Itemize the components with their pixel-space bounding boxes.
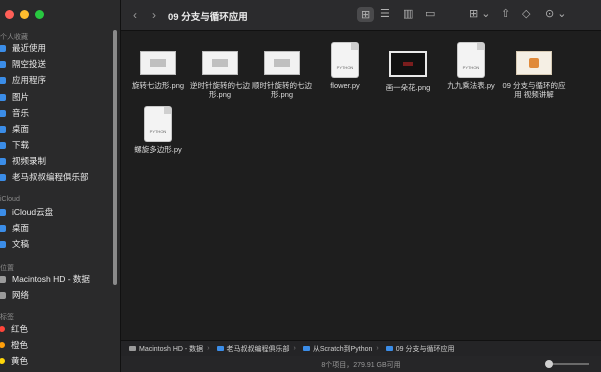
- folder-icon: [385, 346, 393, 351]
- chevron-right-icon: ›: [376, 345, 379, 352]
- file-item[interactable]: 09 分支与循环的应用 视频讲解: [501, 37, 567, 99]
- file-item[interactable]: 逆时针旋转的七边形.png: [187, 37, 253, 99]
- disk-icon: [0, 275, 6, 283]
- file-item[interactable]: PYTHON flower.py: [312, 37, 378, 90]
- sidebar: 个人收藏 最近使用 隔空投送 应用程序 图片 音乐 桌面 下载 视频录制 老马叔…: [0, 0, 121, 372]
- sidebar-item-documents[interactable]: 文稿: [0, 237, 29, 251]
- pictures-icon: [0, 93, 6, 101]
- file-name: 旋转七边形.png: [131, 81, 185, 90]
- python-file-icon: PYTHON: [458, 43, 484, 77]
- sidebar-item-desktop[interactable]: 桌面: [0, 122, 29, 136]
- forward-button[interactable]: ›: [152, 8, 156, 22]
- close-button[interactable]: [5, 10, 14, 19]
- sidebar-scrollbar[interactable]: [113, 30, 117, 285]
- file-item[interactable]: 旋转七边形.png: [125, 37, 191, 90]
- sidebar-item-recents[interactable]: 最近使用: [0, 41, 46, 55]
- chevron-right-icon: ›: [293, 345, 296, 352]
- desktop-icon: [0, 224, 6, 232]
- file-name: 09 分支与循环的应用 视频讲解: [502, 81, 566, 99]
- image-thumbnail: [264, 51, 300, 75]
- path-bar: Macintosh HD - 数据 › 老马叔叔编程俱乐部 › 从Scratch…: [121, 340, 601, 356]
- music-icon: [0, 109, 6, 117]
- folder-icon: [302, 346, 310, 351]
- sidebar-item-tag-yellow[interactable]: 黄色: [0, 354, 28, 368]
- gallery-view-button[interactable]: ▭: [425, 7, 435, 20]
- python-file-icon: PYTHON: [145, 107, 171, 141]
- sidebar-item-pictures[interactable]: 图片: [0, 90, 29, 104]
- main-pane: ‹ › 09 分支与循环应用 ⊞ ☰ ▥ ▭ ⊞ ⌄ ⇧ ◇ ⊙ ⌄ 旋转七边形…: [121, 0, 601, 372]
- folder-icon: [216, 346, 224, 351]
- file-name: 九九乘法表.py: [447, 81, 495, 90]
- status-bar: 8个项目，279.91 GB可用: [121, 356, 601, 372]
- window-controls: [5, 10, 44, 19]
- file-grid: 旋转七边形.png 逆时针旋转的七边形.png 顺时针旋转的七边形.png PY…: [121, 31, 601, 341]
- documents-icon: [0, 240, 6, 248]
- chevron-right-icon: ›: [207, 345, 210, 352]
- path-segment[interactable]: 从Scratch到Python: [313, 344, 373, 354]
- folder-icon: [0, 157, 6, 165]
- file-name: 画一朵花.png: [385, 83, 431, 92]
- sidebar-item-video-recording[interactable]: 视频录制: [0, 154, 46, 168]
- video-thumbnail: [516, 51, 552, 75]
- path-segment[interactable]: 09 分支与循环应用: [396, 344, 455, 354]
- tag-dot-icon: [0, 326, 5, 332]
- sidebar-item-icloud-desktop[interactable]: 桌面: [0, 221, 29, 235]
- network-icon: [0, 291, 6, 299]
- sidebar-item-coding-club[interactable]: 老马叔叔编程俱乐部: [0, 170, 89, 184]
- sidebar-item-downloads[interactable]: 下载: [0, 138, 29, 152]
- share-button[interactable]: ⇧: [501, 7, 510, 20]
- desktop-icon: [0, 125, 6, 133]
- tag-dot-icon: [0, 342, 5, 348]
- slider-knob[interactable]: [545, 360, 553, 368]
- airdrop-icon: [0, 60, 6, 68]
- path-segment[interactable]: Macintosh HD - 数据: [139, 344, 203, 354]
- cloud-icon: [0, 208, 6, 216]
- tag-button[interactable]: ◇: [522, 7, 530, 20]
- python-file-icon: PYTHON: [332, 43, 358, 77]
- sidebar-item-network[interactable]: 网络: [0, 288, 29, 302]
- sidebar-item-airdrop[interactable]: 隔空投送: [0, 57, 46, 71]
- sidebar-item-applications[interactable]: 应用程序: [0, 73, 46, 87]
- image-thumbnail: [202, 51, 238, 75]
- file-name: 螺旋多边形.py: [134, 145, 182, 154]
- path-segment[interactable]: 老马叔叔编程俱乐部: [227, 344, 290, 354]
- minimize-button[interactable]: [20, 10, 29, 19]
- sidebar-item-tag-orange[interactable]: 橙色: [0, 338, 28, 352]
- downloads-icon: [0, 141, 6, 149]
- disk-icon: [129, 346, 136, 351]
- icon-size-slider[interactable]: [545, 360, 589, 368]
- sidebar-item-music[interactable]: 音乐: [0, 106, 29, 120]
- file-name: 逆时针旋转的七边形.png: [190, 81, 250, 99]
- more-actions-button[interactable]: ⊙ ⌄: [545, 7, 567, 20]
- file-item[interactable]: 画一朵花.png: [375, 37, 441, 92]
- window-title: 09 分支与循环应用: [168, 12, 248, 23]
- icon-view-button[interactable]: ⊞: [357, 7, 375, 22]
- file-name: flower.py: [330, 81, 360, 90]
- file-name: 顺时针旋转的七边形.png: [252, 81, 312, 99]
- image-thumbnail: [140, 51, 176, 75]
- sidebar-item-macintosh-hd[interactable]: Macintosh HD - 数据: [0, 272, 90, 286]
- column-view-button[interactable]: ▥: [403, 7, 413, 20]
- section-icloud: iCloud: [0, 196, 20, 203]
- folder-icon: [0, 173, 6, 181]
- zoom-button[interactable]: [35, 10, 44, 19]
- status-text: 8个项目，279.91 GB可用: [321, 362, 401, 369]
- file-item[interactable]: PYTHON 九九乘法表.py: [438, 37, 504, 90]
- sidebar-item-tag-red[interactable]: 红色: [0, 322, 28, 336]
- file-item[interactable]: 顺时针旋转的七边形.png: [249, 37, 315, 99]
- file-item[interactable]: PYTHON 螺旋多边形.py: [125, 101, 191, 154]
- applications-icon: [0, 76, 6, 84]
- back-button[interactable]: ‹: [133, 8, 137, 22]
- group-button[interactable]: ⊞ ⌄: [469, 7, 491, 20]
- sidebar-item-icloud-drive[interactable]: iCloud云盘: [0, 205, 53, 219]
- list-view-button[interactable]: ☰: [380, 7, 390, 20]
- tag-dot-icon: [0, 358, 5, 364]
- toolbar: ‹ › 09 分支与循环应用 ⊞ ☰ ▥ ▭ ⊞ ⌄ ⇧ ◇ ⊙ ⌄: [121, 0, 601, 31]
- image-thumbnail: [389, 51, 427, 77]
- clock-icon: [0, 44, 6, 52]
- section-tags: 标签: [0, 314, 14, 321]
